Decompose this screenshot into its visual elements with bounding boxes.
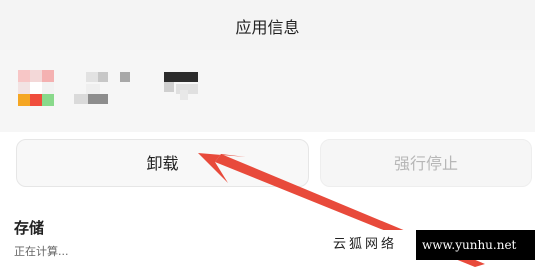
storage-status: 正在计算... [14,245,69,258]
app-summary [0,50,535,132]
watermark-url: www.yunhu.net [416,230,535,260]
force-stop-button[interactable]: 强行停止 [320,139,532,187]
storage-title: 存储 [14,219,45,237]
page-title: 应用信息 [235,18,300,37]
uninstall-button[interactable]: 卸载 [16,139,309,187]
watermark-chinese: 云狐网络 [330,230,416,260]
app-info-screen: 应用信息 卸载 强行停止 存储 正在计算... 云狐网络 www.yunhu.n… [0,0,535,267]
title-bar: 应用信息 [0,0,535,50]
watermark: 云狐网络 www.yunhu.net [330,230,535,260]
